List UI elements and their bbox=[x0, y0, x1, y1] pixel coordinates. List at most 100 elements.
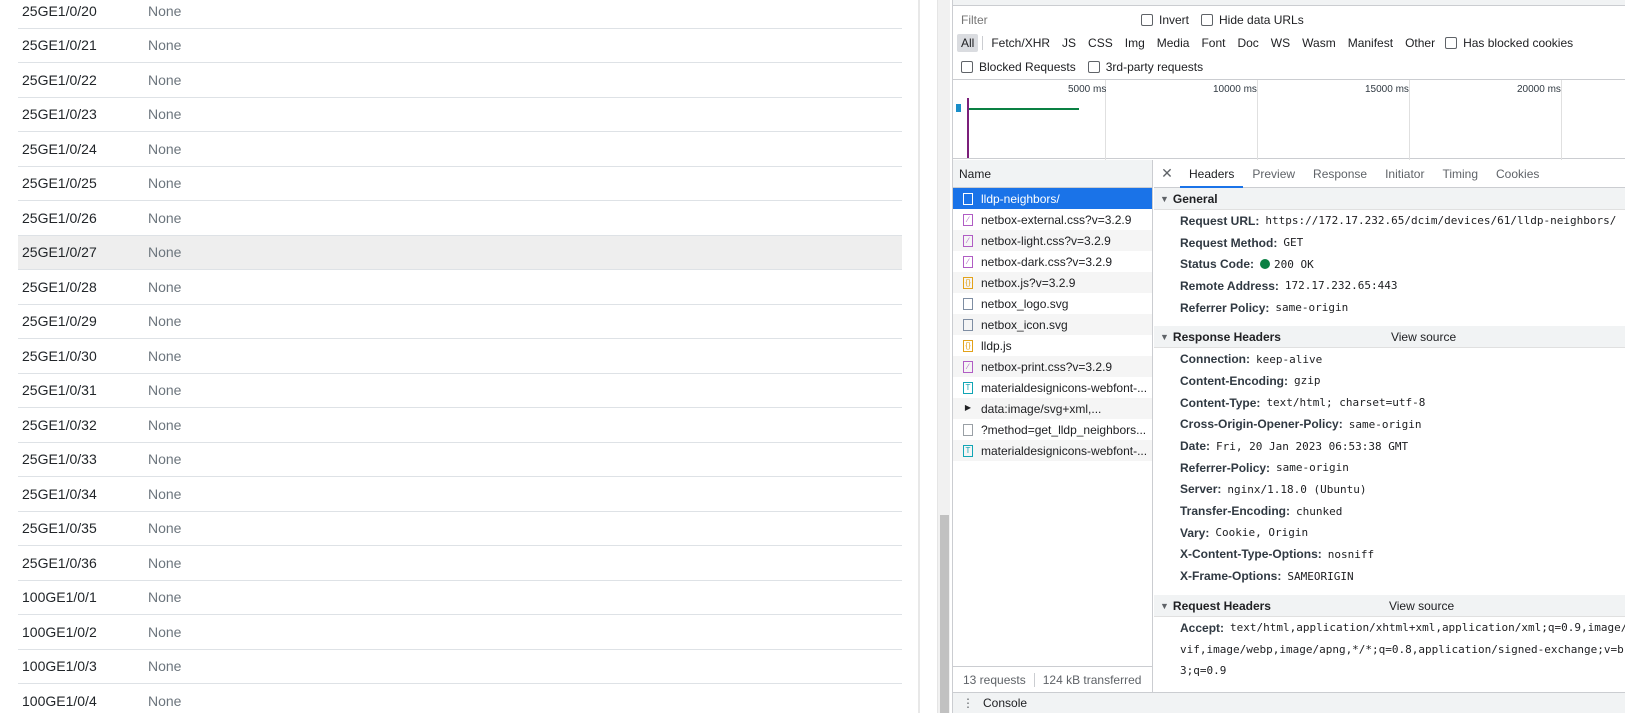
third-party-checkbox[interactable]: 3rd-party requests bbox=[1087, 60, 1203, 74]
hide-data-urls-checkbox[interactable]: Hide data URLs bbox=[1201, 13, 1304, 27]
header-value-text: text/html; charset=utf-8 bbox=[1266, 396, 1426, 410]
type-filter-wasm[interactable]: Wasm bbox=[1298, 34, 1340, 52]
interface-cell: 25GE1/0/22 bbox=[22, 71, 97, 88]
interface-cell: 25GE1/0/34 bbox=[22, 485, 97, 502]
request-headers-section-header[interactable]: ▼ Request Headers View source bbox=[1154, 595, 1625, 617]
request-row[interactable]: lldp-neighbors/ bbox=[953, 188, 1152, 209]
header-value: Cookie, Origin bbox=[1215, 526, 1308, 539]
request-row[interactable]: Tmaterialdesignicons-webfont-... bbox=[953, 377, 1152, 398]
header-value: same-origin bbox=[1349, 418, 1422, 431]
header-value: 200 OK bbox=[1274, 258, 1314, 271]
type-filter-media[interactable]: Media bbox=[1153, 34, 1194, 52]
name-column-label: Name bbox=[959, 166, 992, 181]
has-blocked-cookies-checkbox[interactable]: Has blocked cookies bbox=[1445, 36, 1573, 50]
interface-cell: 100GE1/0/1 bbox=[22, 589, 97, 606]
table-row: 25GE1/0/29 None bbox=[18, 305, 902, 339]
type-filter-doc[interactable]: Doc bbox=[1233, 34, 1262, 52]
neighbor-cell: None bbox=[148, 692, 182, 709]
type-filter-js[interactable]: JS bbox=[1058, 34, 1080, 52]
page-edge bbox=[918, 0, 920, 713]
tab-timing[interactable]: Timing bbox=[1433, 160, 1487, 188]
has-blocked-cookies-label: Has blocked cookies bbox=[1463, 36, 1574, 50]
neighbor-cell: None bbox=[148, 382, 182, 399]
tab-cookies[interactable]: Cookies bbox=[1487, 160, 1548, 188]
neighbor-cell: None bbox=[148, 520, 182, 537]
header-value: same-origin bbox=[1275, 301, 1348, 314]
type-filter-css[interactable]: CSS bbox=[1084, 34, 1117, 52]
interface-cell: 25GE1/0/20 bbox=[22, 2, 97, 19]
network-overview-timeline[interactable]: 5000 ms 10000 ms 15000 ms 20000 ms bbox=[953, 79, 1625, 160]
header-row: Vary: Cookie, Origin bbox=[1154, 522, 1625, 544]
type-filter-buttons: All Fetch/XHR JS CSS Img Media Font Doc WS Wasm Ma… bbox=[957, 34, 1443, 52]
table-row: 25GE1/0/24 None bbox=[18, 132, 902, 167]
tab-preview[interactable]: Preview bbox=[1243, 160, 1304, 188]
name-column-header[interactable]: Name bbox=[953, 160, 1152, 188]
header-row: X-Content-Type-Options: nosniff bbox=[1154, 544, 1625, 566]
timeline-bar-download bbox=[969, 108, 1079, 110]
filter-input[interactable] bbox=[959, 10, 1129, 30]
tab-initiator[interactable]: Initiator bbox=[1376, 160, 1433, 188]
request-name: lldp.js bbox=[981, 338, 1012, 353]
request-row[interactable]: ▶ data:image/svg+xml,... bbox=[953, 398, 1152, 419]
request-row[interactable]: ?method=get_lldp_neighbors... bbox=[953, 419, 1152, 440]
request-name: netbox_icon.svg bbox=[981, 317, 1068, 332]
img-file-icon bbox=[963, 318, 973, 331]
type-filter-all[interactable]: All bbox=[957, 34, 979, 52]
request-row[interactable]: ∕ netbox-external.css?v=3.2.9 bbox=[953, 209, 1152, 230]
interface-cell: 100GE1/0/4 bbox=[22, 692, 97, 709]
drawer-tab-console[interactable]: Console bbox=[983, 696, 1027, 710]
request-row[interactable]: ∕ netbox-dark.css?v=3.2.9 bbox=[953, 251, 1152, 272]
request-list: Name lldp-neighbors/ ∕ netbox-external.css… bbox=[953, 160, 1153, 713]
header-value: text/html; charset=utf-8 bbox=[1266, 396, 1425, 409]
header-row: Status Code: 200 OK bbox=[1154, 253, 1625, 275]
invert-checkbox-box[interactable] bbox=[1141, 14, 1153, 26]
filter-row: Invert Hide data URLs bbox=[953, 9, 1304, 31]
summary-separator bbox=[1033, 672, 1035, 687]
table-row: 25GE1/0/36 None bbox=[18, 546, 902, 581]
type-filter-img[interactable]: Img bbox=[1121, 34, 1149, 52]
neighbor-cell: None bbox=[148, 71, 182, 88]
neighbor-cell: None bbox=[148, 140, 182, 157]
blocked-row: Blocked Requests 3rd-party requests bbox=[953, 56, 1203, 78]
type-filter-ws[interactable]: WS bbox=[1267, 34, 1294, 52]
hide-data-urls-box[interactable] bbox=[1201, 14, 1214, 26]
close-icon[interactable]: ✕ bbox=[1154, 165, 1180, 182]
request-row[interactable]: ∕ netbox-print.css?v=3.2.9 bbox=[953, 356, 1152, 377]
table-row: 100GE1/0/2 None bbox=[18, 615, 902, 650]
tab-response[interactable]: Response bbox=[1304, 160, 1376, 188]
request-rows: lldp-neighbors/ ∕ netbox-external.css?v=3.… bbox=[953, 188, 1152, 461]
request-row[interactable]: Tmaterialdesignicons-webfont-... bbox=[953, 440, 1152, 461]
more-vertical-icon[interactable]: ⋮ bbox=[953, 696, 983, 710]
request-row[interactable]: netbox_icon.svg bbox=[953, 314, 1152, 335]
response-headers-section-header[interactable]: ▼ Response Headers View source bbox=[1154, 326, 1625, 349]
type-filter-fetchxhr[interactable]: Fetch/XHR bbox=[987, 34, 1054, 52]
timeline-bar-waiting bbox=[956, 104, 961, 112]
header-key: Content-Type: bbox=[1180, 395, 1261, 410]
response-view-source-link[interactable]: View source bbox=[1391, 330, 1456, 344]
general-title: General bbox=[1172, 191, 1218, 206]
header-value: gzip bbox=[1294, 374, 1321, 387]
request-row[interactable]: netbox_logo.svg bbox=[953, 293, 1152, 314]
type-filter-manifest[interactable]: Manifest bbox=[1344, 34, 1397, 52]
type-filter-font[interactable]: Font bbox=[1197, 34, 1229, 52]
blocked-requests-checkbox[interactable]: Blocked Requests bbox=[961, 60, 1076, 74]
header-row: Transfer-Encoding: chunked bbox=[1154, 500, 1625, 522]
invert-checkbox[interactable]: Invert bbox=[1141, 13, 1189, 27]
header-value: keep-alive bbox=[1256, 353, 1322, 366]
request-row[interactable]: {} netbox.js?v=3.2.9 bbox=[953, 272, 1152, 293]
has-blocked-cookies-box[interactable] bbox=[1445, 37, 1458, 49]
request-view-source-link[interactable]: View source bbox=[1389, 599, 1454, 613]
request-row[interactable]: ∕ netbox-light.css?v=3.2.9 bbox=[953, 230, 1152, 251]
page-scrollbar-thumb[interactable] bbox=[940, 515, 949, 713]
type-filter-other[interactable]: Other bbox=[1401, 34, 1439, 52]
blocked-requests-box[interactable] bbox=[961, 61, 973, 73]
general-items: Request URL: https://172.17.232.65/dcim/d… bbox=[1154, 210, 1625, 318]
third-party-box[interactable] bbox=[1087, 61, 1100, 73]
request-row[interactable]: {} lldp.js bbox=[953, 335, 1152, 356]
header-key: Server: bbox=[1180, 482, 1222, 497]
tab-headers[interactable]: Headers bbox=[1180, 160, 1244, 188]
header-row: X-Frame-Options: SAMEORIGIN bbox=[1154, 565, 1625, 587]
accept-value-line: vif,image/webp,image/apng,*/*;q=0.8,appl… bbox=[1180, 642, 1624, 656]
table-row: 25GE1/0/31 None bbox=[18, 374, 902, 408]
general-section-header[interactable]: ▼ General bbox=[1154, 188, 1625, 210]
